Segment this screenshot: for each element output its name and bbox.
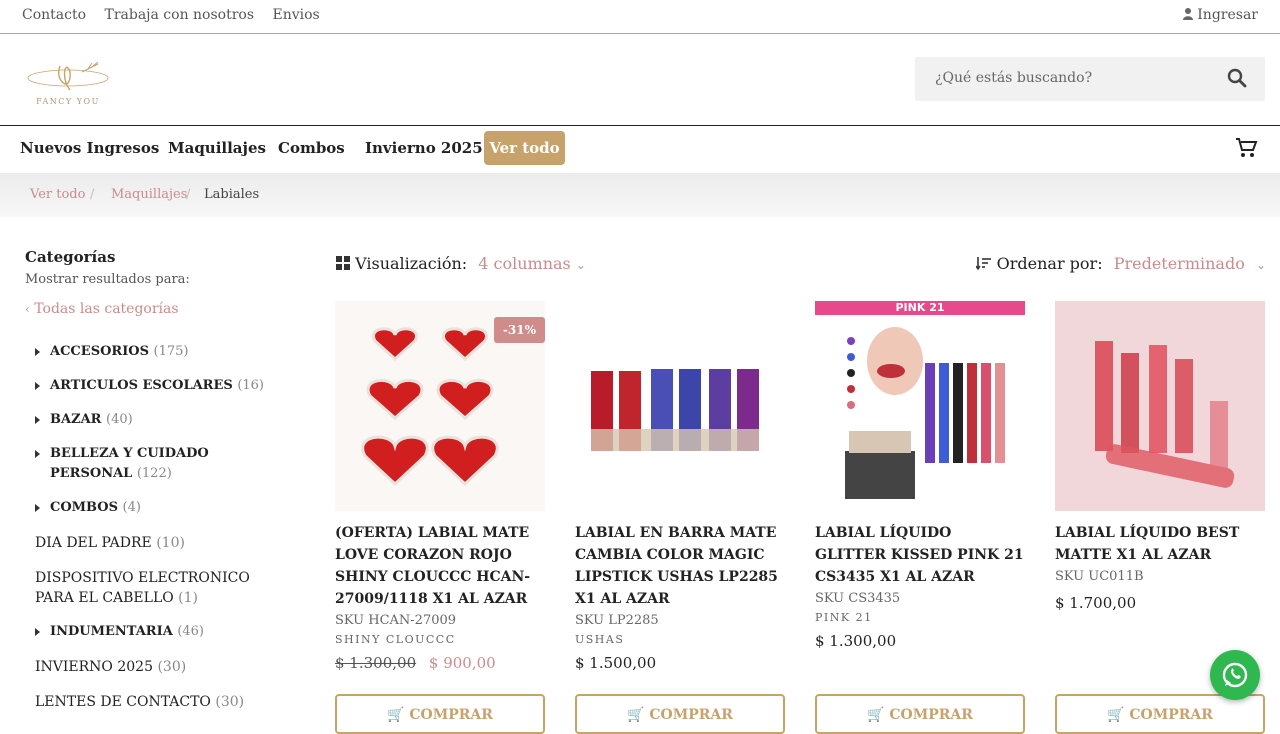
shipping-link[interactable]: Envios [273,7,320,23]
search-icon[interactable] [1227,68,1247,88]
product-image[interactable]: PINK 21 [815,301,1025,511]
search-box[interactable]: ¿Qué estás buscando? [915,57,1265,101]
product-sku: SKU UC011B [1055,569,1144,584]
store-logo[interactable]: FANCY YOU [16,54,120,110]
product-price: $ 1.300,00 [815,632,897,650]
category-lentes-de-contacto[interactable]: LENTES DE CONTACTO (30) [35,692,244,712]
category-articulos-escolares[interactable]: ARTICULOS ESCOLARES (16) [50,376,264,396]
expand-arrow-icon[interactable] [35,348,40,356]
category-sidebar: Categorías Mostrar resultados para: ‹ To… [25,248,305,317]
main-nav: Nuevos Ingresos Maquillajes Combos Invie… [0,126,1280,173]
nav-nuevos-ingresos[interactable]: Nuevos Ingresos [20,139,159,157]
view-selector[interactable]: Visualización: 4 columnas ⌄ [336,254,586,273]
product-image[interactable] [1055,301,1265,511]
nav-invierno-2025[interactable]: Invierno 2025 [365,139,483,157]
product-brand: SHINY CLOUCCC [335,633,456,646]
listing-toolbar: Visualización: 4 columnas ⌄ Ordenar por:… [336,254,1266,276]
chevron-left-icon: ‹ [25,302,30,316]
all-categories-label: Todas las categorías [34,301,179,317]
user-icon [1182,8,1193,20]
chevron-down-icon: ⌄ [1255,258,1266,272]
old-price: $ 1.300,00 [335,654,417,672]
sort-selector[interactable]: Ordenar por: Predeterminado ⌄ [974,254,1266,273]
product-title[interactable]: LABIAL LÍQUIDO GLITTER KISSED PINK 21 CS… [815,522,1025,588]
breadcrumb-separator: / [90,187,95,202]
work-with-us-link[interactable]: Trabaja con nosotros [104,7,254,23]
top-links: Contacto Trabaja con nosotros Envios [22,7,334,23]
login-link[interactable]: Ingresar [1182,7,1258,23]
sort-value: Predeterminado [1113,254,1245,273]
view-value: 4 columnas [478,254,571,273]
chevron-down-icon: ⌄ [575,258,586,272]
login-label: Ingresar [1197,7,1258,23]
expand-arrow-icon[interactable] [35,450,40,458]
product-card[interactable]: -31% (OFERTA) LABIAL MATE LOVE CORAZON R… [335,301,545,672]
product-banner: PINK 21 [815,301,1025,315]
sidebar-subheading: Mostrar resultados para: [25,272,190,287]
top-bar: Contacto Trabaja con nosotros Envios Ing… [0,0,1280,34]
cart-icon: 🛒 [1107,707,1125,723]
buy-button[interactable]: 🛒 COMPRAR [575,694,785,734]
expand-arrow-icon[interactable] [35,628,40,636]
product-brand: PINK 21 [815,611,873,624]
buy-button[interactable]: 🛒 COMPRAR [335,694,545,734]
contact-link[interactable]: Contacto [22,7,86,23]
discount-badge: -31% [493,317,545,343]
category-belleza[interactable]: BELLEZA Y CUIDADO PERSONAL (122) [50,444,290,484]
whatsapp-button[interactable] [1210,650,1260,700]
expand-arrow-icon[interactable] [35,416,40,424]
product-sku: SKU CS3435 [815,591,901,606]
sidebar-heading: Categorías [25,248,116,266]
product-image[interactable]: -31% [335,301,545,511]
product-card[interactable]: LABIAL EN BARRA MATE CAMBIA COLOR MAGIC … [575,301,785,672]
category-combos[interactable]: COMBOS (4) [50,498,141,518]
whatsapp-icon [1222,662,1248,688]
search-placeholder: ¿Qué estás buscando? [935,70,1093,86]
header: FANCY YOU ¿Qué estás buscando? [0,34,1280,126]
sort-label: Ordenar por: [996,254,1103,273]
all-categories-link[interactable]: ‹ Todas las categorías [25,301,305,317]
cart-icon: 🛒 [627,707,645,723]
product-card[interactable]: PINK 21 LABIAL LÍQUIDO GLITTER KISSED PI… [815,301,1025,650]
buy-button[interactable]: 🛒 COMPRAR [1055,694,1265,734]
product-title[interactable]: LABIAL LÍQUIDO BEST MATTE X1 AL AZAR [1055,522,1265,566]
category-invierno-2025[interactable]: INVIERNO 2025 (30) [35,657,186,677]
product-image[interactable] [575,301,785,511]
product-price: $ 1.500,00 [575,654,657,672]
breadcrumb-current: Labiales [204,187,260,202]
category-dispositivo-electronico[interactable]: DISPOSITIVO ELECTRONICO PARA EL CABELLO … [35,568,285,608]
category-dia-del-padre[interactable]: DIA DEL PADRE (10) [35,533,185,553]
product-title[interactable]: LABIAL EN BARRA MATE CAMBIA COLOR MAGIC … [575,522,785,610]
product-sku: SKU HCAN-27009 [335,613,457,628]
breadcrumb: Ver todo / Maquillajes / Labiales [0,173,1280,217]
category-indumentaria[interactable]: INDUMENTARIA (46) [50,622,204,642]
cart-icon: 🛒 [387,707,405,723]
nav-ver-todo-button[interactable]: Ver todo [484,131,565,165]
expand-arrow-icon[interactable] [35,382,40,390]
view-label: Visualización: [355,254,468,273]
breadcrumb-maquillajes[interactable]: Maquillajes [111,187,187,202]
breadcrumb-ver-todo[interactable]: Ver todo [30,187,85,202]
product-card[interactable]: LABIAL LÍQUIDO BEST MATTE X1 AL AZAR SKU… [1055,301,1265,612]
product-price: $ 1.700,00 [1055,594,1137,612]
product-sku: SKU LP2285 [575,613,659,628]
product-brand: USHAS [575,633,625,646]
cart-icon[interactable] [1234,136,1258,160]
nav-maquillajes[interactable]: Maquillajes [168,139,266,157]
grid-icon [336,256,350,270]
product-title[interactable]: (OFERTA) LABIAL MATE LOVE CORAZON ROJO S… [335,522,545,610]
nav-combos[interactable]: Combos [278,139,345,157]
breadcrumb-separator: / [186,187,191,202]
category-accesorios[interactable]: ACCESORIOS (175) [50,342,189,362]
buy-button[interactable]: 🛒 COMPRAR [815,694,1025,734]
expand-arrow-icon[interactable] [35,504,40,512]
category-bazar[interactable]: BAZAR (40) [50,410,133,430]
product-price: $ 1.300,00 $ 900,00 [335,654,545,672]
svg-text:FANCY YOU: FANCY YOU [36,97,100,106]
sale-price: $ 900,00 [428,654,496,672]
cart-icon: 🛒 [867,707,885,723]
sort-icon [974,257,991,271]
